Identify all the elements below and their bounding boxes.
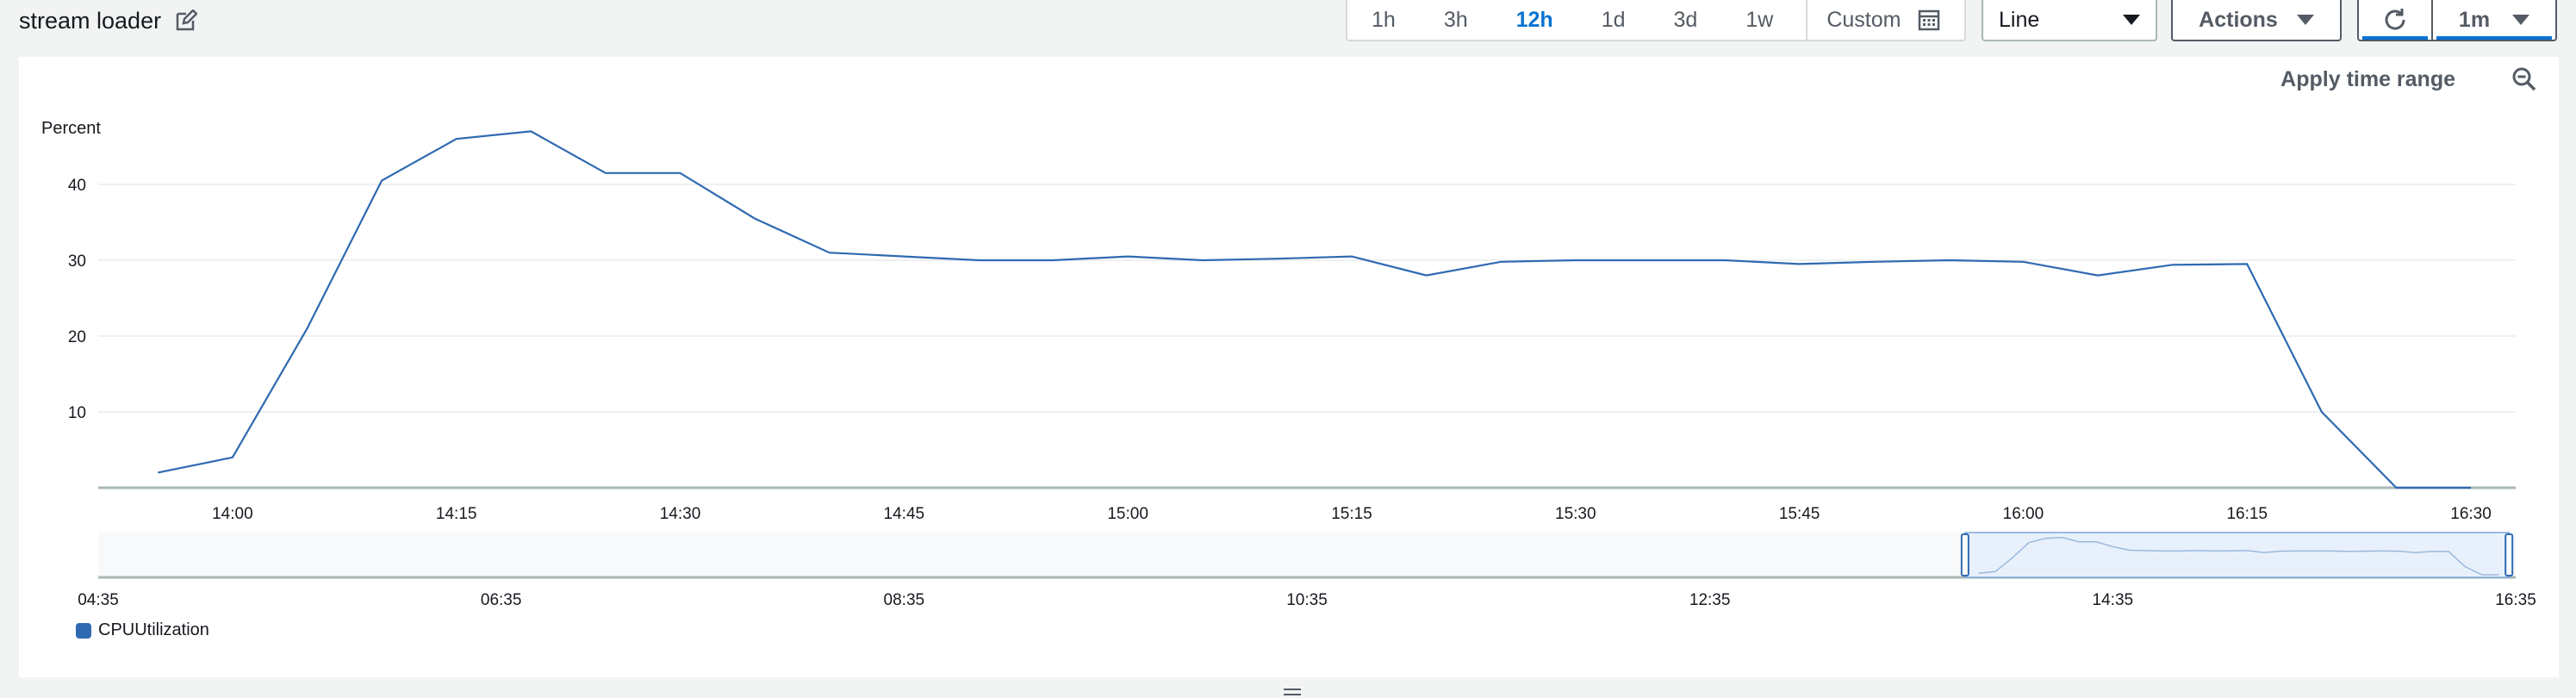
dashboard-title-bar: stream loader bbox=[19, 2, 198, 40]
overview-handle-right[interactable] bbox=[2504, 533, 2514, 576]
x-tick-label: 14:15 bbox=[436, 505, 477, 523]
range-12h-button[interactable]: 12h bbox=[1492, 0, 1577, 40]
line-chart[interactable]: 10 20 30 40 14:00 14:15 14:30 14:45 15:00 15:15 15… bbox=[19, 57, 2559, 677]
metric-chart-panel: Apply time range Percent 10 20 30 40 14:00 14… bbox=[19, 57, 2559, 677]
overview-tick-label: 10:35 bbox=[1286, 591, 1328, 609]
y-tick-label: 10 bbox=[68, 404, 86, 422]
range-3h-button[interactable]: 3h bbox=[1420, 0, 1492, 40]
refresh-interval-value: 1m bbox=[2458, 7, 2491, 32]
caret-down-icon bbox=[2123, 15, 2140, 25]
x-tick-label: 15:15 bbox=[1331, 505, 1372, 523]
widget-title: stream loader bbox=[19, 7, 162, 34]
chart-legend: CPUUtilization bbox=[76, 620, 209, 640]
resize-handle-icon[interactable] bbox=[1282, 686, 1303, 696]
edit-icon[interactable] bbox=[175, 9, 198, 32]
refresh-icon bbox=[2385, 9, 2405, 30]
range-1h-button[interactable]: 1h bbox=[1347, 0, 1420, 40]
overview-tick-label: 06:35 bbox=[481, 591, 522, 609]
actions-button[interactable]: Actions bbox=[2171, 0, 2342, 41]
custom-range-button[interactable]: Custom bbox=[1806, 0, 1959, 40]
x-tick-label: 14:45 bbox=[884, 505, 925, 523]
x-tick-label: 16:30 bbox=[2450, 505, 2492, 523]
caret-down-icon bbox=[2296, 15, 2314, 25]
refresh-button[interactable] bbox=[2359, 0, 2433, 40]
y-tick-label: 30 bbox=[68, 252, 86, 271]
refresh-interval-dropdown[interactable]: 1m bbox=[2433, 0, 2555, 40]
caret-down-icon bbox=[2512, 15, 2530, 25]
x-tick-label: 16:00 bbox=[2003, 505, 2044, 523]
x-tick-label: 15:00 bbox=[1107, 505, 1148, 523]
x-tick-label: 14:30 bbox=[660, 505, 701, 523]
custom-range-label: Custom bbox=[1826, 7, 1901, 32]
range-1d-button[interactable]: 1d bbox=[1577, 0, 1650, 40]
overview-tick-label: 08:35 bbox=[884, 591, 925, 609]
y-tick-label: 20 bbox=[68, 328, 86, 346]
chart-type-value: Line bbox=[1999, 7, 2040, 32]
x-tick-label: 16:15 bbox=[2226, 505, 2268, 523]
overview-handle-left[interactable] bbox=[1960, 533, 1969, 576]
overview-tick-label: 14:35 bbox=[2093, 591, 2134, 609]
legend-swatch[interactable] bbox=[76, 622, 91, 639]
actions-label: Actions bbox=[2199, 7, 2278, 32]
range-1w-button[interactable]: 1w bbox=[1721, 0, 1797, 40]
y-tick-label: 40 bbox=[68, 177, 86, 195]
x-tick-label: 15:45 bbox=[1779, 505, 1820, 523]
overview-tick-label: 16:35 bbox=[2495, 591, 2536, 609]
x-tick-label: 15:30 bbox=[1555, 505, 1596, 523]
calendar-icon bbox=[1918, 9, 1940, 31]
chart-type-select[interactable]: Line bbox=[1982, 0, 2157, 41]
refresh-controls: 1m bbox=[2357, 0, 2557, 41]
overview-selection[interactable] bbox=[1964, 532, 2510, 578]
range-3d-button[interactable]: 3d bbox=[1650, 0, 1722, 40]
time-range-selector: 1h 3h 12h 1d 3d 1w Custom bbox=[1346, 0, 1966, 41]
x-tick-label: 14:00 bbox=[212, 505, 253, 523]
legend-label[interactable]: CPUUtilization bbox=[98, 620, 209, 640]
overview-tick-label: 12:35 bbox=[1689, 591, 1731, 609]
overview-tick-label: 04:35 bbox=[78, 591, 119, 609]
